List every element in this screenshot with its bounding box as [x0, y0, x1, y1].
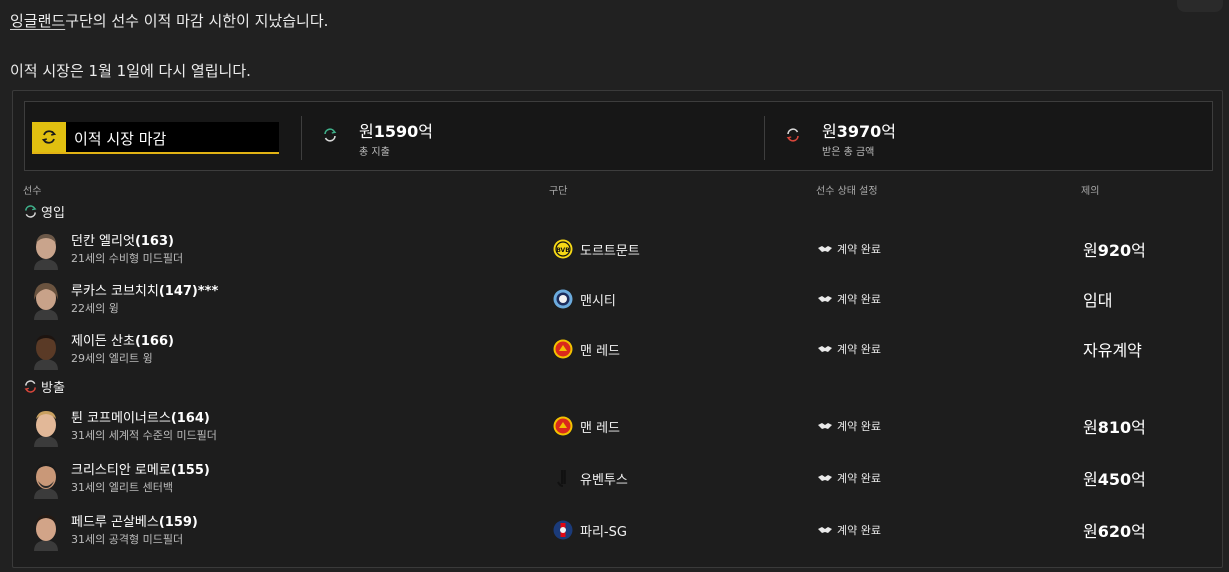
deadline-message: 잉글랜드 구단의 선수 이적 마감 시한이 지났습니다.	[10, 10, 328, 31]
club-cell[interactable]: 맨시티	[553, 289, 616, 309]
contract-status-label: 계약 완료	[837, 472, 881, 485]
transfer-fee: 원620억	[1083, 522, 1146, 541]
section-incoming-label: 영입	[41, 206, 65, 221]
contract-status: 계약 완료	[817, 241, 881, 257]
transfer-fee: 원810억	[1083, 418, 1146, 437]
player-avatar	[29, 330, 63, 370]
table-row[interactable]: 튄 코프메이너르스(164) 31세의 세계적 수준의 미드필더 맨 레드 계약…	[13, 403, 1222, 453]
handshake-icon	[818, 527, 832, 533]
incoming-transfer-icon	[25, 205, 37, 218]
player-description: 31세의 엘리트 센터백	[71, 481, 173, 494]
mancity-crest-icon	[553, 289, 573, 309]
table-row[interactable]: 제이든 산초(166) 29세의 엘리트 윙 맨 레드 계약 완료 자유계약	[13, 326, 1222, 376]
dortmund-crest-icon: BVB	[553, 239, 573, 259]
contract-status: 계약 완료	[817, 522, 881, 538]
player-description: 29세의 엘리트 윙	[71, 352, 153, 365]
transfer-fee: 자유계약	[1083, 341, 1142, 360]
contract-status: 계약 완료	[817, 470, 881, 486]
section-outgoing-label: 방출	[41, 381, 65, 396]
svg-text:BVB: BVB	[556, 247, 570, 254]
contract-status: 계약 완료	[817, 341, 881, 357]
club-cell[interactable]: BVB 도르트문트	[553, 239, 640, 259]
transfer-cycle-icon	[32, 122, 66, 152]
deadline-label: 이적 시장 마감	[74, 130, 167, 148]
player-name[interactable]: 크리스티안 로메로(155)	[71, 459, 210, 478]
column-header-status[interactable]: 선수 상태 설정	[816, 182, 878, 197]
total-spend-value: 원1590억	[359, 122, 433, 141]
transfer-fee: 원450억	[1083, 470, 1146, 489]
player-avatar	[29, 407, 63, 447]
outgoing-transfer-icon	[24, 380, 36, 393]
country-link[interactable]: 잉글랜드	[10, 12, 65, 30]
player-description: 21세의 수비형 미드필더	[71, 252, 184, 265]
column-header-offer[interactable]: 제의	[1081, 182, 1099, 197]
handshake-icon	[818, 423, 832, 429]
manred-crest-icon	[553, 416, 573, 436]
club-cell[interactable]: 맨 레드	[553, 416, 620, 436]
player-name[interactable]: 루카스 코브치치(147)***	[71, 280, 218, 299]
section-outgoing: 방출	[23, 377, 65, 396]
handshake-icon	[818, 296, 832, 302]
contract-status-label: 계약 완료	[837, 293, 881, 306]
column-header-player[interactable]: 선수	[23, 182, 41, 197]
player-avatar	[29, 230, 63, 270]
club-name: 맨시티	[580, 293, 616, 309]
column-header-club[interactable]: 구단	[549, 182, 567, 197]
total-received-value: 원3970억	[822, 122, 896, 141]
club-cell[interactable]: 맨 레드	[553, 339, 620, 359]
handshake-icon	[818, 346, 832, 352]
contract-status-label: 계약 완료	[837, 243, 881, 256]
table-row[interactable]: 던칸 엘리엇(163) 21세의 수비형 미드필더 BVB 도르트문트 계약 완…	[13, 226, 1222, 276]
player-description: 31세의 세계적 수준의 미드필더	[71, 429, 217, 442]
club-name: 맨 레드	[580, 420, 621, 436]
deadline-message-text: 구단의 선수 이적 마감 시한이 지났습니다.	[65, 12, 329, 30]
club-cell[interactable]: 파리-SG	[553, 520, 627, 540]
table-row[interactable]: 루카스 코브치치(147)*** 22세의 윙 맨시티 계약 완료 임대	[13, 276, 1222, 326]
transfer-fee: 임대	[1083, 291, 1113, 310]
handshake-icon	[818, 475, 832, 481]
contract-status: 계약 완료	[817, 291, 881, 307]
outgoing-transfer-icon	[786, 128, 799, 142]
handshake-icon	[818, 246, 832, 252]
top-corner-control[interactable]	[1177, 0, 1223, 12]
reopen-message: 이적 시장은 1월 1일에 다시 열립니다.	[10, 62, 251, 80]
contract-status-label: 계약 완료	[837, 420, 881, 433]
player-description: 31세의 공격형 미드필더	[71, 533, 184, 546]
summary-divider	[301, 116, 302, 160]
player-name[interactable]: 제이든 산초(166)	[71, 330, 174, 349]
player-avatar	[29, 511, 63, 551]
player-name[interactable]: 페드루 곤살베스(159)	[71, 511, 198, 530]
section-incoming: 영입	[23, 202, 65, 221]
table-row[interactable]: 크리스티안 로메로(155) 31세의 엘리트 센터백 유벤투스 계약 완료 원…	[13, 455, 1222, 505]
club-name: 도르트문트	[580, 243, 640, 259]
table-row[interactable]: 페드루 곤살베스(159) 31세의 공격형 미드필더 파리-SG 계약 완료 …	[13, 507, 1222, 557]
player-description: 22세의 윙	[71, 302, 119, 315]
deadline-badge: 이적 시장 마감	[32, 122, 279, 154]
player-avatar	[29, 459, 63, 499]
player-name[interactable]: 튄 코프메이너르스(164)	[71, 407, 210, 426]
transfer-fee: 원920억	[1083, 241, 1146, 260]
manred-crest-icon	[553, 339, 573, 359]
psg-crest-icon	[553, 520, 573, 540]
summary-bar: 이적 시장 마감 원1590억 총 지출 원3970억 받은 총 금액	[24, 101, 1213, 171]
transfer-summary-panel: 이적 시장 마감 원1590억 총 지출 원3970억 받은 총 금액 선수 구…	[12, 90, 1223, 568]
player-name[interactable]: 던칸 엘리엇(163)	[71, 230, 174, 249]
player-avatar	[29, 280, 63, 320]
contract-status: 계약 완료	[817, 418, 881, 434]
club-name: 유벤투스	[580, 472, 628, 488]
total-received-label: 받은 총 금액	[822, 147, 875, 158]
juventus-crest-icon	[557, 470, 566, 487]
club-cell[interactable]: 유벤투스	[553, 468, 628, 488]
incoming-transfer-icon	[324, 128, 337, 142]
club-name: 파리-SG	[580, 524, 627, 540]
summary-divider	[764, 116, 765, 160]
club-name: 맨 레드	[580, 343, 621, 359]
contract-status-label: 계약 완료	[837, 524, 881, 537]
total-spend-label: 총 지출	[359, 147, 390, 158]
contract-status-label: 계약 완료	[837, 343, 881, 356]
